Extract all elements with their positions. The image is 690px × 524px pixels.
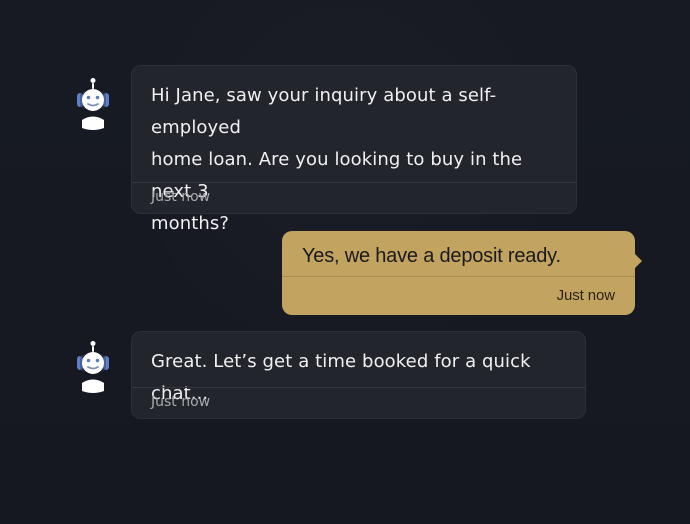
message-meta-row: Just now bbox=[282, 276, 635, 315]
message-tail bbox=[635, 254, 642, 268]
bot-message-text: Hi Jane, saw your inquiry about a self-e… bbox=[151, 85, 523, 234]
message-timestamp: Just now bbox=[151, 394, 211, 410]
chat-screen: Hi Jane, saw your inquiry about a self-e… bbox=[0, 0, 690, 524]
message-timestamp: Just now bbox=[556, 287, 616, 304]
user-message-bubble: Yes, we have a deposit ready. Just now bbox=[282, 231, 642, 315]
robot-avatar-icon bbox=[72, 339, 116, 395]
message-timestamp: Just now bbox=[151, 189, 211, 205]
message-meta-row: Just now bbox=[132, 387, 585, 418]
bot-message-bubble: Great. Let’s get a time booked for a qui… bbox=[131, 331, 586, 419]
bot-message-bubble: Hi Jane, saw your inquiry about a self-e… bbox=[131, 65, 577, 234]
user-message-text: Yes, we have a deposit ready. bbox=[302, 245, 561, 267]
robot-avatar-icon bbox=[72, 76, 116, 132]
message-meta-row: Just now bbox=[132, 182, 576, 213]
